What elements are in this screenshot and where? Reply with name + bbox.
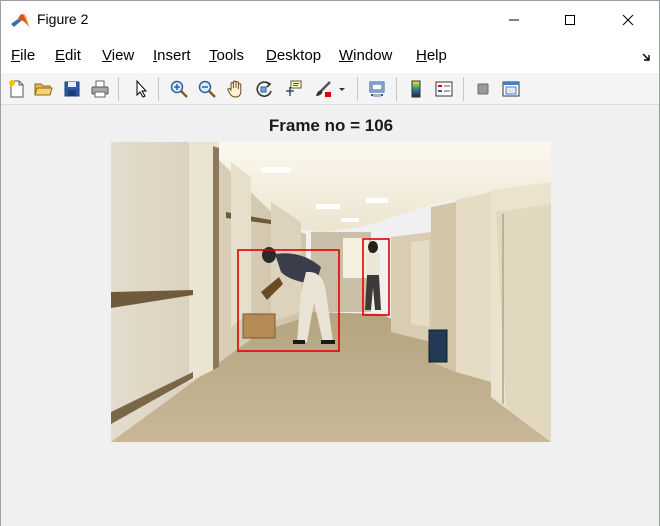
link-plot-icon [369,81,385,97]
close-icon [622,14,634,26]
zoom-out-icon [198,80,216,98]
data-cursor-button[interactable] [281,77,305,101]
maximize-button[interactable] [547,1,593,39]
toolbar-separator [357,77,358,101]
brush-dropdown-icon [339,88,345,91]
show-plot-tools-button[interactable] [499,77,523,101]
insert-colorbar-icon [411,80,421,98]
minimize-icon [509,19,519,21]
show-plot-tools-icon [502,81,520,97]
pan-hand-icon [227,80,242,98]
toolbar-separator [158,77,159,101]
edit-plot-cursor-icon [136,79,148,98]
video-frame-image [111,142,551,442]
window-title: Figure 2 [37,11,89,27]
toolbar [1,73,659,105]
zoom-in-icon [170,80,188,98]
new-figure-icon [9,80,24,98]
menu-window[interactable]: Window [339,47,392,64]
insert-colorbar-button[interactable] [404,77,428,101]
hide-plot-tools-button[interactable] [471,77,495,101]
open-file-button[interactable] [31,77,55,101]
data-cursor-icon [286,80,302,96]
zoom-in-button[interactable] [167,77,191,101]
pan-button[interactable] [223,77,247,101]
hide-plot-tools-icon [477,83,489,95]
print-button[interactable] [88,77,112,101]
brush-dropdown-button[interactable] [335,77,349,101]
matlab-icon [11,13,29,27]
toolbar-separator [463,77,464,101]
brush-button[interactable] [311,77,335,101]
rotate-3d-button[interactable] [252,77,276,101]
figure-window: Figure 2 File Edit View Insert Tools Des… [0,0,660,526]
menu-tools[interactable]: Tools [209,47,244,64]
insert-legend-button[interactable] [432,77,456,101]
toolbar-separator [396,77,397,101]
menu-view[interactable]: View [102,47,134,64]
insert-legend-icon [435,81,453,97]
edit-plot-button[interactable] [129,77,153,101]
menu-desktop[interactable]: Desktop [266,47,321,64]
menu-insert[interactable]: Insert [153,47,191,64]
save-icon [64,81,80,97]
menu-edit[interactable]: Edit [55,47,81,64]
menu-file[interactable]: File [11,47,35,64]
figure-canvas: Frame no = 106 [1,106,659,526]
new-figure-button[interactable] [5,77,29,101]
open-file-icon [34,83,53,96]
link-plot-button[interactable] [365,77,389,101]
brush-icon [316,81,331,97]
menu-bar: File Edit View Insert Tools Desktop Wind… [1,39,659,73]
zoom-out-button[interactable] [195,77,219,101]
close-button[interactable] [605,1,651,39]
toolbar-separator [118,77,119,101]
maximize-icon [565,15,575,25]
rotate-3d-icon [256,81,272,97]
title-bar: Figure 2 [1,1,659,39]
save-button[interactable] [60,77,84,101]
print-icon [91,80,109,98]
dock-arrow-icon[interactable] [641,51,653,63]
menu-help[interactable]: Help [416,47,447,64]
minimize-button[interactable] [491,1,537,39]
axes-title: Frame no = 106 [268,116,394,135]
